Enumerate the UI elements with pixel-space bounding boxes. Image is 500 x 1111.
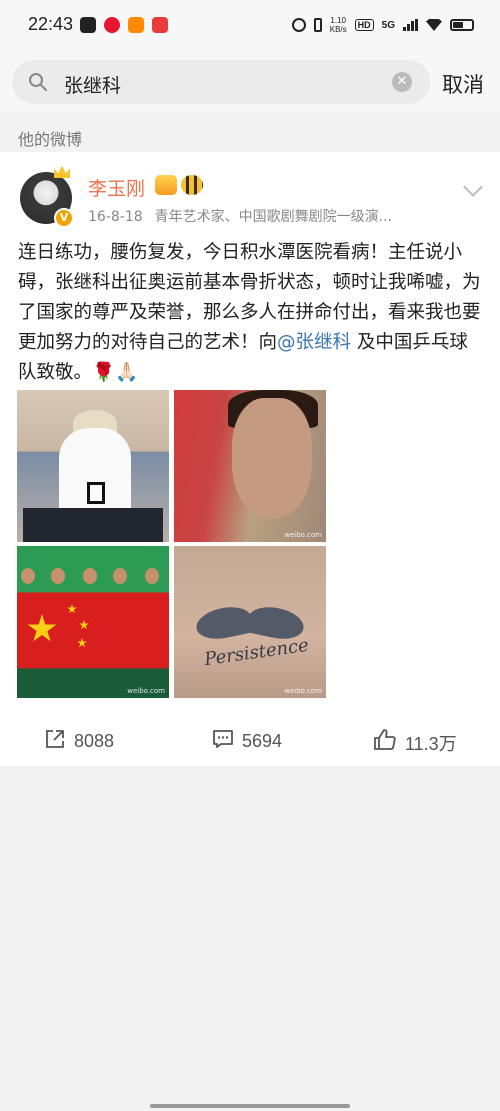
hd-badge: HD (354, 19, 374, 31)
post-date: 16-8-18 (88, 209, 143, 225)
post-actions: 8088 5694 11.3万 (0, 716, 500, 766)
status-bar: 22:43 1.10 KB/s HD 5G (0, 0, 500, 52)
vip-badge-icon[interactable] (155, 175, 177, 195)
tattoo-lettering: Persistence (203, 634, 310, 671)
author-name[interactable]: 李玉刚 (88, 174, 145, 201)
photo-team-flag[interactable]: weibo.com (17, 546, 169, 698)
watermark: weibo.com (127, 687, 165, 695)
signal-bars-icon (403, 19, 418, 31)
app-notification-icon (152, 17, 168, 33)
bee-badge-icon[interactable] (181, 175, 203, 195)
search-icon (28, 72, 48, 96)
photo-performer[interactable] (17, 390, 169, 542)
post-card[interactable]: V 李玉刚 16-8-18 青年艺术家、中国歌剧舞剧院一级演... 连日练功，腰伤… (0, 152, 500, 766)
signal-5g: 5G (381, 19, 395, 31)
search-input[interactable]: 张继科 ✕ (12, 60, 430, 104)
wifi-icon (426, 19, 442, 31)
photo-tattoo[interactable]: Persistence weibo.com (174, 546, 326, 698)
net-speed: 1.10 KB/s (329, 16, 347, 34)
section-label: 他的微博 (18, 130, 83, 149)
system-icons: 1.10 KB/s HD 5G (291, 16, 474, 34)
author-description: 青年艺术家、中国歌剧舞剧院一级演... (154, 209, 392, 225)
weibo-icon (104, 17, 120, 33)
comment-count: 5694 (242, 731, 283, 751)
crown-icon (54, 166, 70, 178)
repost-count: 8088 (74, 731, 115, 751)
mention-link[interactable]: @张继科 (277, 332, 351, 353)
post-text: 连日练功，腰伤复发，今日积水潭医院看病！主任说小碍，张继科出征奥运前基本骨折状态… (18, 242, 481, 383)
watermark: weibo.com (284, 531, 322, 539)
repost-icon (44, 728, 66, 755)
verified-badge-icon: V (54, 208, 74, 228)
alarm-icon (291, 18, 306, 32)
cancel-button[interactable]: 取消 (442, 69, 484, 99)
photo-athlete-portrait[interactable]: weibo.com (174, 390, 326, 542)
thumbs-up-icon (373, 728, 397, 757)
comment-icon (212, 728, 234, 755)
post-meta: 16-8-18 青年艺术家、中国歌剧舞剧院一级演... (88, 206, 404, 226)
comment-button[interactable]: 5694 (212, 728, 282, 755)
home-indicator[interactable] (150, 1104, 350, 1108)
status-time: 22:43 (28, 14, 74, 34)
repost-button[interactable]: 8088 (44, 728, 114, 755)
chevron-down-icon[interactable] (463, 177, 483, 197)
vibrate-icon (313, 18, 322, 32)
notification-icons (80, 17, 168, 33)
like-count: 11.3万 (405, 733, 457, 754)
search-query: 张继科 (64, 75, 122, 97)
battery-icon (450, 19, 474, 31)
watermark: weibo.com (284, 687, 322, 695)
search-bar: 张继科 ✕ 取消 (0, 52, 500, 112)
like-button[interactable]: 11.3万 (373, 728, 457, 757)
tiktok-icon (80, 17, 96, 33)
clear-icon[interactable]: ✕ (392, 72, 412, 92)
taobao-icon (128, 17, 144, 33)
